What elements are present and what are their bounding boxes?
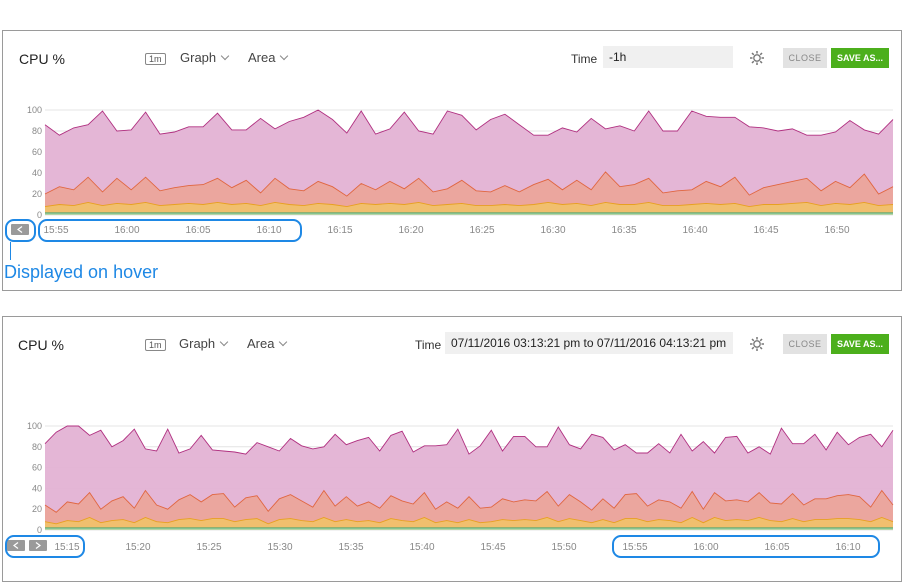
- x-tick-label: 16:25: [469, 225, 494, 236]
- hover-nav-callout: [5, 219, 36, 242]
- cpu-chart-panel-1: CPU % 1m Graph Area Time CLOSE SAVE AS..…: [2, 30, 902, 291]
- y-tick-label: 20: [32, 504, 42, 514]
- x-tick-label: 16:45: [753, 225, 778, 236]
- x-tick-label: 15:45: [480, 542, 505, 553]
- x-tick-label: 15:20: [125, 542, 150, 553]
- x-tick-label: 16:15: [327, 225, 352, 236]
- y-tick-label: 40: [32, 168, 42, 178]
- callout-pointer-line: [10, 242, 11, 260]
- y-tick-label: 40: [32, 483, 42, 493]
- x-tick-label: 16:30: [540, 225, 565, 236]
- y-tick-label: 60: [32, 463, 42, 473]
- y-tick-label: 80: [32, 442, 42, 452]
- cpu-area-chart: 02040608010015:55 16:00 16:05 16:10 16:15 16:…: [11, 105, 894, 236]
- y-tick-label: 60: [32, 147, 42, 157]
- x-tick-label: 15:25: [196, 542, 221, 553]
- y-tick-label: 20: [32, 189, 42, 199]
- x-tick-label: 15:50: [551, 542, 576, 553]
- x-tick-label: 16:35: [611, 225, 636, 236]
- x-tick-label: 16:50: [824, 225, 849, 236]
- x-tick-label: 15:40: [409, 542, 434, 553]
- y-tick-label: 0: [37, 525, 42, 535]
- ticks-callout: [612, 535, 880, 558]
- hover-annotation-text: Displayed on hover: [4, 262, 159, 282]
- y-tick-label: 100: [27, 421, 42, 431]
- ticks-callout: [38, 219, 302, 242]
- nav-buttons-callout: [5, 535, 85, 558]
- y-tick-label: 0: [37, 210, 42, 220]
- x-tick-label: 15:35: [338, 542, 363, 553]
- y-tick-label: 80: [32, 126, 42, 136]
- x-tick-label: 16:40: [682, 225, 707, 236]
- y-tick-label: 100: [27, 105, 42, 115]
- x-tick-label: 16:20: [398, 225, 423, 236]
- x-tick-label: 15:30: [267, 542, 292, 553]
